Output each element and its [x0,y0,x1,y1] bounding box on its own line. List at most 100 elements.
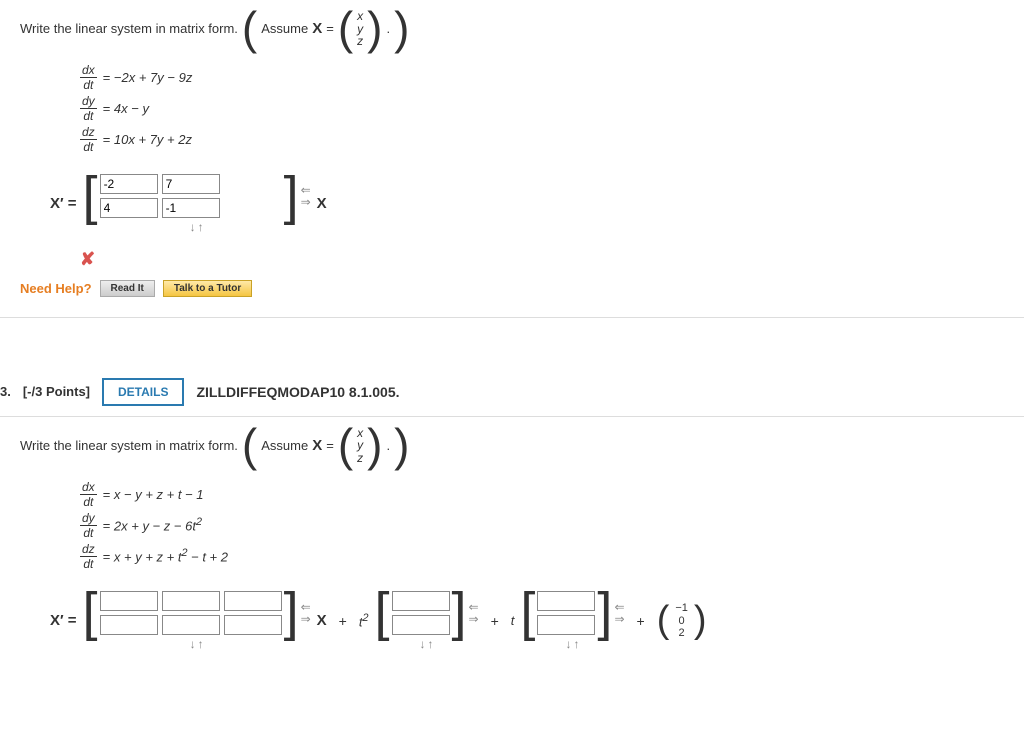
equals: = [68,195,77,212]
talk-to-tutor-button[interactable]: Talk to a Tutor [163,280,252,297]
q3-equations: dx dt = x − y + z + t − 1 dy dt = 2x + y… [80,480,1004,571]
details-button[interactable]: DETAILS [102,378,184,406]
question-2-body: Write the linear system in matrix form. … [0,0,1024,318]
frac-num: dx [80,63,97,78]
frac-num: dy [80,94,97,109]
remove-row-icon[interactable]: ↑ [428,637,434,651]
matrix-cell-1-1[interactable] [100,174,158,194]
remove-row-icon[interactable]: ↑ [198,637,204,651]
matrix-a-cell[interactable] [162,615,220,635]
row-nav: ↓ ↑ [565,637,579,651]
remove-column-icon[interactable]: ⇐ [469,601,479,613]
period: . [386,21,390,36]
add-column-icon[interactable]: ⇒ [301,613,311,625]
open-paren-icon: ( [242,10,257,47]
vec-z: z [357,452,363,465]
close-paren-icon: ) [367,10,382,47]
rhs: x + y + z + t2 − t + 2 [114,547,228,564]
equals: = [68,612,77,629]
rhs: 4x − y [114,101,149,116]
close-bracket-icon: ] [597,592,612,633]
matrix-a-cell[interactable] [224,591,282,611]
vec-z: z [357,35,363,48]
derivative-fraction: dx dt [80,63,97,92]
matrix-a-cell[interactable] [100,591,158,611]
rhs: 2x + y − z − 6t2 [114,516,202,533]
vector-t2-cell[interactable] [392,615,450,635]
close-bracket-icon: ] [284,176,299,217]
assume-var: X [312,437,322,454]
close-paren-icon: ) [367,427,382,464]
equals: = [326,438,334,453]
equals: = [103,70,111,85]
close-bracket-icon: ] [284,592,299,633]
rhs-var: X [317,612,327,629]
rhs: −2x + 7y − 9z [114,70,192,85]
exponent: 2 [362,612,368,624]
plus-operator: + [491,613,499,629]
matrix-a-cell[interactable] [100,615,158,635]
remove-row-icon[interactable]: ↑ [573,637,579,651]
open-paren-icon: ( [657,605,670,635]
add-column-icon[interactable]: ⇒ [614,613,624,625]
read-it-button[interactable]: Read It [100,280,155,297]
question-reference: ZILLDIFFEQMODAP10 8.1.005. [196,384,399,400]
equals: = [103,518,111,533]
remove-column-icon[interactable]: ⇐ [614,601,624,613]
matrix-a-cell[interactable] [162,591,220,611]
x-prime-label: X′ = [50,612,77,629]
rhs-b: − t + 2 [188,550,228,565]
add-column-icon[interactable]: ⇒ [301,196,311,208]
plus-operator: + [339,613,347,629]
matrix-cell-2-1[interactable] [100,198,158,218]
equals: = [103,132,111,147]
open-bracket-icon: [ [375,592,390,633]
vector-t-cell[interactable] [537,591,595,611]
matrix-cell-2-2[interactable] [162,198,220,218]
remove-column-icon[interactable]: ⇐ [301,601,311,613]
assume-label: Assume [261,21,308,36]
question-number: 3. [0,384,11,399]
row-nav: ↓ ↑ [190,220,204,234]
q3-prompt: Write the linear system in matrix form. … [20,427,1004,465]
derivative-fraction: dy dt [80,511,97,540]
const-r3: 2 [679,627,685,639]
rhs: 10x + 7y + 2z [114,132,192,147]
add-row-icon[interactable]: ↓ [190,220,196,234]
q2-prompt-text: Write the linear system in matrix form. [20,21,238,36]
remove-row-icon[interactable]: ↑ [198,220,204,234]
matrix-a-cell[interactable] [224,615,282,635]
vector-grid [392,591,450,635]
matrix-cell-1-2[interactable] [162,174,220,194]
t-var: t [511,613,515,628]
column-nav: ⇐ ⇒ [469,601,479,625]
add-row-icon[interactable]: ↓ [565,637,571,651]
equation-row: dy dt = 2x + y − z − 6t2 [80,511,1004,540]
derivative-fraction: dz dt [80,125,97,154]
add-row-icon[interactable]: ↓ [190,637,196,651]
derivative-fraction: dy dt [80,94,97,123]
vector-grid [537,591,595,635]
vector-t-cell[interactable] [537,615,595,635]
frac-num: dz [80,125,97,140]
q2-equations: dx dt = −2x + 7y − 9z dy dt = 4x − y dz … [80,63,1004,154]
equation-row: dx dt = x − y + z + t − 1 [80,480,1004,509]
q3-prompt-text: Write the linear system in matrix form. [20,438,238,453]
vector-t2-cell[interactable] [392,591,450,611]
equation-row: dz dt = 10x + 7y + 2z [80,125,1004,154]
equals: = [103,487,111,502]
close-bracket-icon: ] [452,592,467,633]
column-nav: ⇐ ⇒ [301,184,311,208]
vec-x: x [357,10,363,23]
column-vector: x y z [357,10,363,48]
open-paren-icon: ( [242,427,257,464]
exponent: 2 [196,516,202,528]
q2-prompt: Write the linear system in matrix form. … [20,10,1004,48]
frac-den: dt [81,140,95,154]
frac-num: dx [80,480,97,495]
add-column-icon[interactable]: ⇒ [469,613,479,625]
remove-column-icon[interactable]: ⇐ [301,184,311,196]
need-help-label: Need Help? [20,281,92,296]
add-row-icon[interactable]: ↓ [420,637,426,651]
period: . [386,438,390,453]
